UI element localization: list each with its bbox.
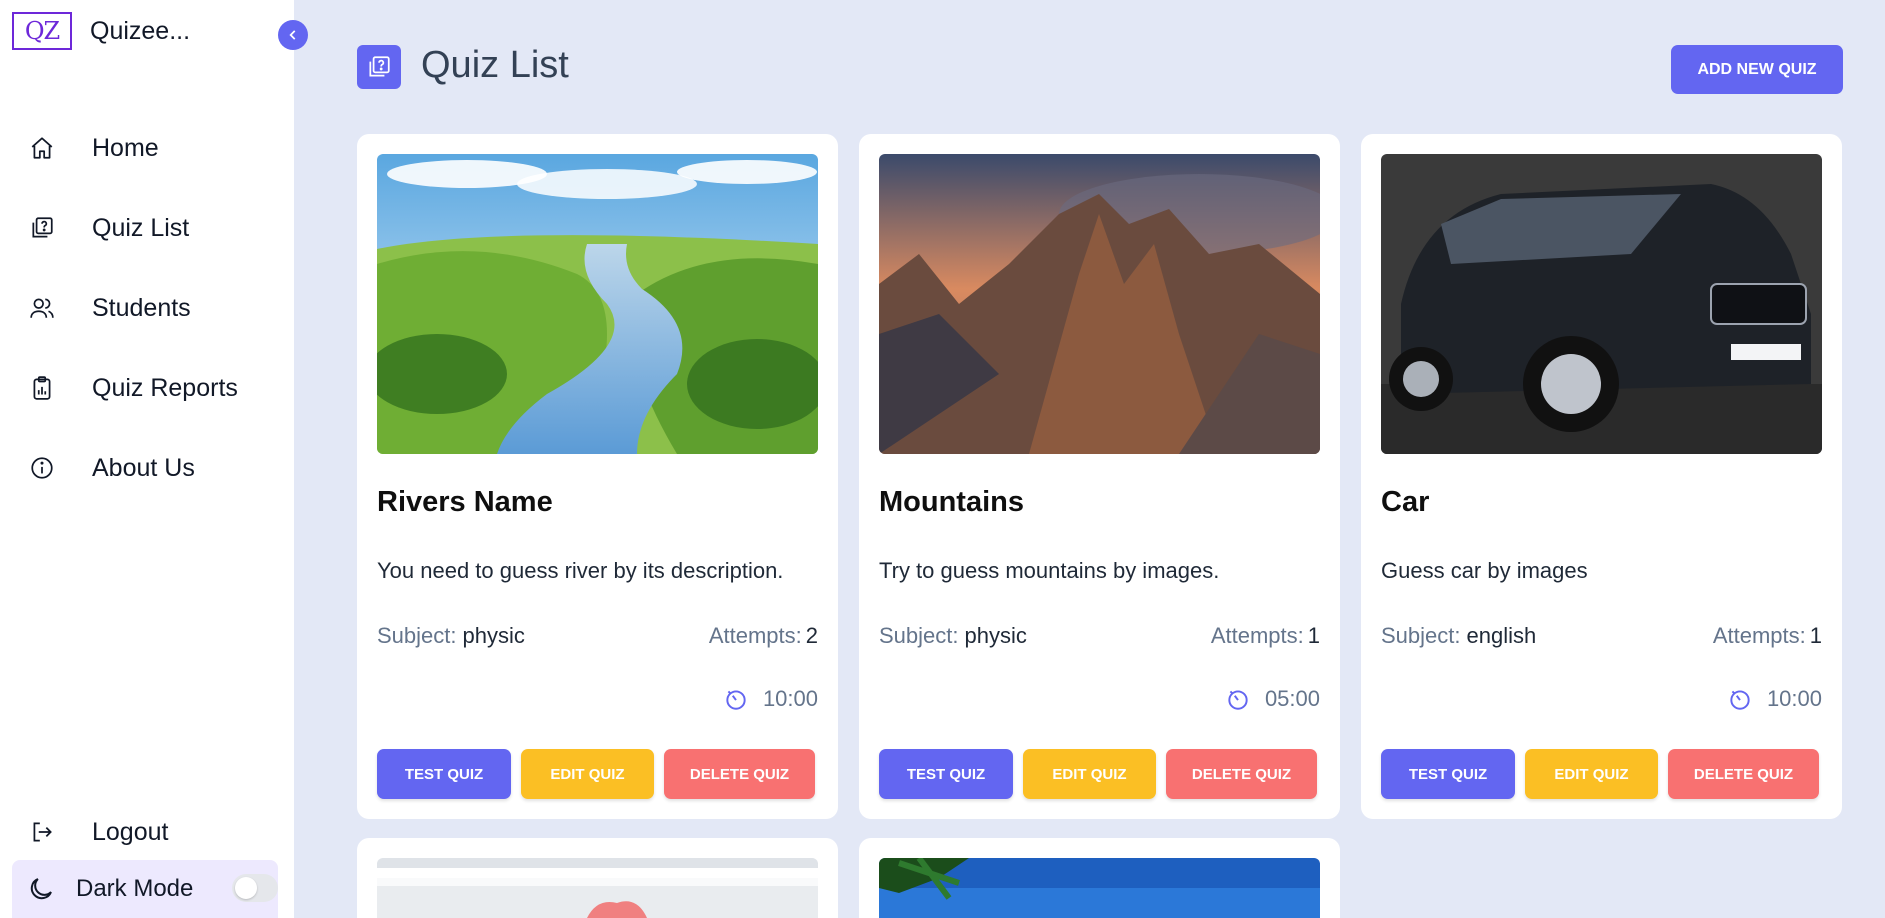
quiz-attempts: Attempts: 2 xyxy=(709,623,818,649)
attempts-label: Attempts: xyxy=(708,623,802,648)
page-title: Quiz List xyxy=(421,44,569,86)
quiz-title: Car xyxy=(1381,486,1430,518)
chevron-left-icon xyxy=(289,30,296,40)
quiz-subject: Subject: english xyxy=(1381,623,1536,649)
quiz-timer: 05:00 xyxy=(1225,686,1320,712)
sidebar-item-quiz-list[interactable]: Quiz List xyxy=(0,188,294,268)
toggle-knob xyxy=(235,877,257,899)
timer-icon xyxy=(1225,686,1251,712)
quiz-description: You need to guess river by its descripti… xyxy=(377,558,784,583)
brand[interactable]: QZ Quizee... xyxy=(12,12,190,50)
quiz-card: Car Guess car by images Subject: english … xyxy=(1361,134,1842,819)
sidebar-item-students[interactable]: Students xyxy=(0,268,294,348)
quiz-card xyxy=(357,838,838,918)
moon-icon xyxy=(26,874,56,904)
quiz-subject: Subject: physic xyxy=(879,623,1027,649)
timer-icon xyxy=(1727,686,1753,712)
test-quiz-button[interactable]: TEST QUIZ xyxy=(1381,749,1515,799)
clipboard-icon xyxy=(28,374,56,402)
attempts-value: 2 xyxy=(805,623,818,648)
subject-value: physic xyxy=(462,623,525,648)
quiz-image-screenshot xyxy=(377,858,818,918)
info-icon xyxy=(28,454,56,482)
delete-quiz-button[interactable]: DELETE QUIZ xyxy=(1166,749,1317,799)
quiz-attempts: Attempts: 1 xyxy=(1211,623,1320,649)
quiz-subject: Subject: physic xyxy=(377,623,525,649)
home-icon xyxy=(28,134,56,162)
quiz-description: Try to guess mountains by images. xyxy=(879,558,1220,583)
subject-label: Subject: xyxy=(879,623,959,648)
collapse-sidebar-button[interactable] xyxy=(278,20,308,50)
timer-value: 05:00 xyxy=(1264,686,1320,711)
timer-value: 10:00 xyxy=(762,686,818,711)
subject-value: physic xyxy=(964,623,1027,648)
sidebar-item-label: About Us xyxy=(92,453,195,482)
logout-icon xyxy=(28,818,56,846)
sidebar-item-label: Quiz List xyxy=(92,213,190,242)
logout-label: Logout xyxy=(92,817,169,846)
users-icon xyxy=(28,294,56,322)
quiz-image-mountains xyxy=(879,154,1320,454)
timer-icon xyxy=(723,686,749,712)
quiz-attempts: Attempts: 1 xyxy=(1713,623,1822,649)
sidebar-item-label: Home xyxy=(92,133,159,162)
quiz-card xyxy=(859,838,1340,918)
sidebar: QZ Quizee... Home Quiz List Students Qui… xyxy=(0,0,294,918)
test-quiz-button[interactable]: TEST QUIZ xyxy=(377,749,511,799)
attempts-value: 1 xyxy=(1809,623,1822,648)
edit-quiz-button[interactable]: EDIT QUIZ xyxy=(521,749,654,799)
quiz-list-header-icon xyxy=(357,45,401,89)
sidebar-item-quiz-reports[interactable]: Quiz Reports xyxy=(0,348,294,428)
subject-value: english xyxy=(1466,623,1537,648)
app-name: Quizee... xyxy=(90,16,191,45)
quiz-image-car xyxy=(1381,154,1822,454)
sidebar-item-label: Quiz Reports xyxy=(92,373,238,402)
quiz-card: Mountains Try to guess mountains by imag… xyxy=(859,134,1340,819)
timer-value: 10:00 xyxy=(1766,686,1822,711)
quiz-title: Mountains xyxy=(879,486,1024,518)
quiz-description: Guess car by images xyxy=(1381,558,1588,583)
subject-label: Subject: xyxy=(377,623,457,648)
attempts-label: Attempts: xyxy=(1712,623,1806,648)
sidebar-item-label: Students xyxy=(92,293,191,322)
quiz-image-river xyxy=(377,154,818,454)
quiz-title: Rivers Name xyxy=(377,486,553,518)
quiz-list-icon xyxy=(28,214,56,242)
app-logo: QZ xyxy=(12,12,72,50)
sidebar-nav: Home Quiz List Students Quiz Reports Abo… xyxy=(0,108,294,508)
attempts-label: Attempts: xyxy=(1210,623,1304,648)
sidebar-item-home[interactable]: Home xyxy=(0,108,294,188)
quiz-timer: 10:00 xyxy=(1727,686,1822,712)
add-new-quiz-button[interactable]: ADD NEW QUIZ xyxy=(1671,45,1843,94)
dark-mode-label: Dark Mode xyxy=(76,875,194,902)
dark-mode-row: Dark Mode xyxy=(12,860,278,918)
subject-label: Subject: xyxy=(1381,623,1461,648)
sidebar-item-about-us[interactable]: About Us xyxy=(0,428,294,508)
delete-quiz-button[interactable]: DELETE QUIZ xyxy=(664,749,815,799)
dark-mode-toggle[interactable] xyxy=(232,874,278,902)
delete-quiz-button[interactable]: DELETE QUIZ xyxy=(1668,749,1819,799)
quiz-image-beach xyxy=(879,858,1320,918)
test-quiz-button[interactable]: TEST QUIZ xyxy=(879,749,1013,799)
quiz-timer: 10:00 xyxy=(723,686,818,712)
attempts-value: 1 xyxy=(1307,623,1320,648)
edit-quiz-button[interactable]: EDIT QUIZ xyxy=(1525,749,1658,799)
edit-quiz-button[interactable]: EDIT QUIZ xyxy=(1023,749,1156,799)
quiz-card: Rivers Name You need to guess river by i… xyxy=(357,134,838,819)
